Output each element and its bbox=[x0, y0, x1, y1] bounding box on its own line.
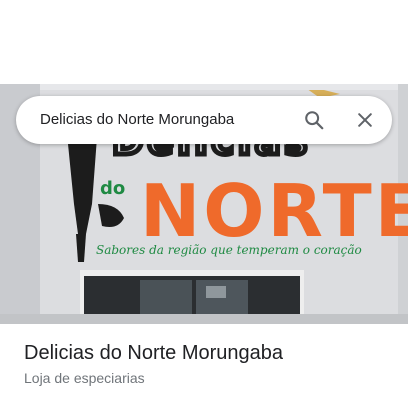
place-category: Loja de especiarias bbox=[24, 370, 145, 386]
close-icon bbox=[358, 113, 372, 127]
close-button[interactable] bbox=[349, 104, 381, 136]
search-icon bbox=[305, 111, 324, 130]
place-name[interactable]: Delicias do Norte Morungaba bbox=[24, 342, 283, 365]
search-button[interactable] bbox=[298, 104, 330, 136]
search-bar[interactable]: Delicias do Norte Morungaba bbox=[16, 96, 392, 144]
sign-small-text: do bbox=[100, 178, 125, 199]
sign-main-text: NORTE bbox=[140, 169, 408, 253]
place-info-panel[interactable]: Delicias do Norte Morungaba Loja de espe… bbox=[0, 324, 408, 408]
search-input[interactable]: Delicias do Norte Morungaba bbox=[40, 96, 234, 144]
top-blank-area bbox=[0, 0, 408, 84]
sign-slogan: Sabores da região que temperam o coração bbox=[96, 243, 362, 257]
